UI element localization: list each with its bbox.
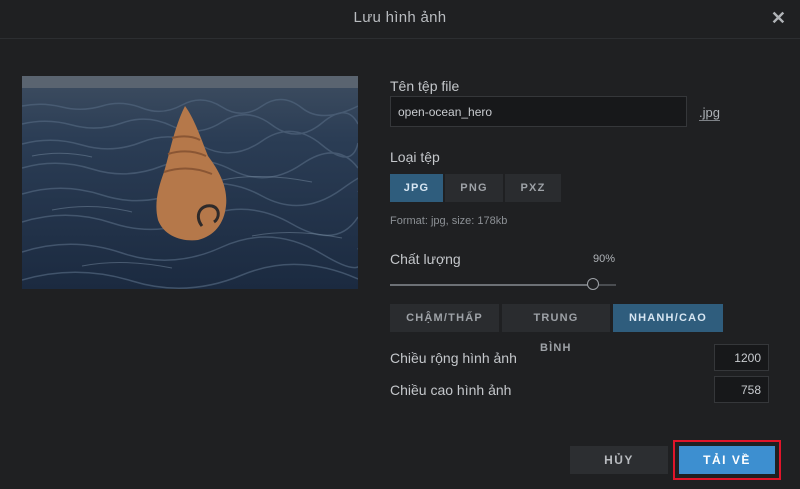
filetype-pxz-button[interactable]: PXZ — [505, 174, 561, 202]
quality-slow-low-button[interactable]: CHẬM/THẤP — [390, 304, 499, 332]
cancel-button[interactable]: HỦY — [570, 446, 668, 474]
close-icon[interactable]: ✕ — [771, 8, 786, 29]
quality-slider-handle[interactable] — [587, 278, 600, 290]
download-button[interactable]: TẢI VỀ — [679, 446, 775, 474]
filetype-jpg-button[interactable]: JPG — [390, 174, 443, 202]
filetype-label: Loại tệp — [390, 149, 440, 165]
quality-slider-fill — [390, 284, 594, 286]
height-label: Chiều cao hình ảnh — [390, 382, 512, 398]
width-label: Chiều rộng hình ảnh — [390, 350, 517, 366]
quality-medium-overflow-label: BÌNH — [540, 342, 572, 354]
dialog-titlebar: Lưu hình ảnh ✕ — [0, 0, 800, 39]
quality-fast-high-button[interactable]: NHANH/CAO — [613, 304, 723, 332]
filename-input[interactable] — [390, 96, 687, 127]
height-input[interactable] — [714, 376, 769, 403]
width-input[interactable] — [714, 344, 769, 371]
image-preview — [22, 76, 358, 289]
dialog-title: Lưu hình ảnh — [353, 9, 447, 26]
quality-medium-button[interactable]: TRUNG — [502, 304, 610, 332]
quality-label: Chất lượng — [390, 251, 461, 267]
filename-label: Tên tệp file — [390, 78, 460, 94]
quality-slider[interactable] — [390, 278, 616, 290]
file-format-info: Format: jpg, size: 178kb — [390, 215, 508, 227]
filetype-png-button[interactable]: PNG — [445, 174, 503, 202]
quality-value: 90% — [593, 253, 616, 265]
ocean-image — [22, 76, 358, 289]
file-extension: .jpg — [699, 105, 720, 121]
